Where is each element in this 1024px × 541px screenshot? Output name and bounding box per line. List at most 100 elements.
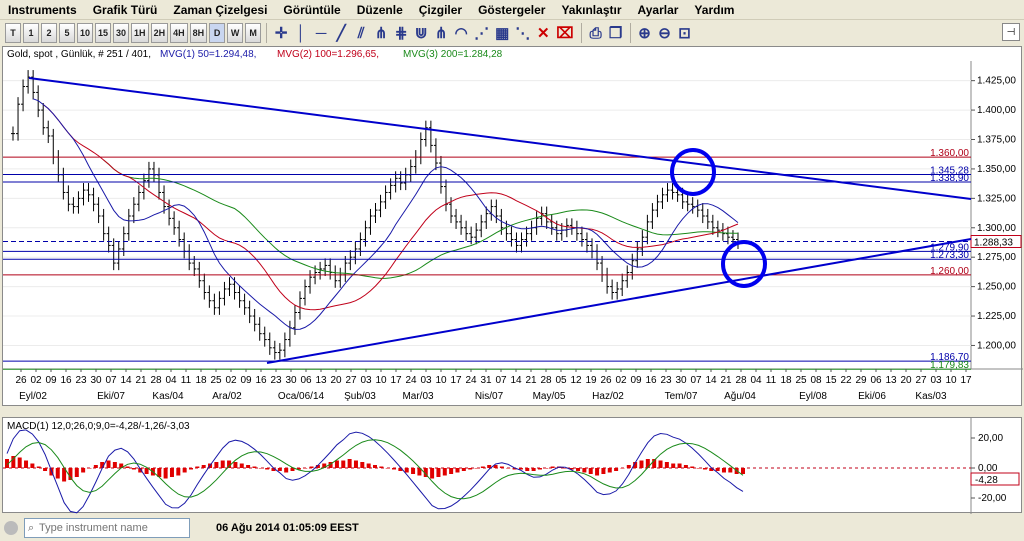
date-tick-label: 06	[300, 375, 312, 386]
macd-bar	[430, 468, 435, 479]
menu-item-2[interactable]: Zaman Çizelgesi	[165, 0, 275, 20]
date-tick-label: 17	[450, 375, 462, 386]
date-tick-label: 29	[855, 375, 867, 386]
timeframe-button-2[interactable]: 2	[41, 23, 57, 43]
date-tick-label: 02	[30, 375, 42, 386]
level-label: 1.260,00	[930, 266, 969, 277]
date-tick-label: 26	[600, 375, 612, 386]
macd-bar	[87, 468, 92, 469]
delete-drawing-icon[interactable]: ✕	[534, 23, 552, 43]
menu-item-4[interactable]: Düzenle	[349, 0, 411, 20]
macd-signal-line	[6, 439, 744, 500]
timeframe-button-M[interactable]: M	[245, 23, 262, 43]
channel-icon[interactable]: ⫽	[352, 23, 370, 43]
delete-all-icon[interactable]: ⌧	[554, 23, 575, 43]
macd-bar	[404, 468, 409, 473]
date-tick-label: 09	[630, 375, 642, 386]
date-tick-label: 07	[690, 375, 702, 386]
timeframe-button-4H[interactable]: 4H	[170, 23, 188, 43]
speed-line-icon[interactable]: ⋱	[513, 23, 532, 43]
menu-item-8[interactable]: Ayarlar	[630, 0, 687, 20]
pane-splitter[interactable]	[2, 406, 1022, 417]
month-label: Kas/03	[915, 391, 947, 402]
toolbar-separator	[580, 23, 582, 43]
date-tick-label: 13	[315, 375, 327, 386]
date-tick-label: 27	[345, 375, 357, 386]
toolbar-separator	[629, 23, 631, 43]
gann-fan-icon[interactable]: ⋰	[472, 23, 491, 43]
pin-icon[interactable]: ⊣	[1002, 23, 1020, 41]
macd-bar	[677, 463, 682, 468]
macd-bar	[258, 468, 263, 469]
date-tick-label: 15	[825, 375, 837, 386]
date-tick-label: 17	[960, 375, 972, 386]
menu-item-7[interactable]: Yakınlaştır	[553, 0, 629, 20]
macd-bar	[36, 466, 41, 468]
timeframe-button-2H[interactable]: 2H	[150, 23, 169, 43]
macd-bar	[550, 466, 555, 468]
zoom-in-icon[interactable]: ⊕	[636, 23, 654, 43]
price-tick-label: 1.275,00	[977, 252, 1016, 263]
menu-item-5[interactable]: Çizgiler	[411, 0, 470, 20]
crosshair-icon[interactable]: ✛	[272, 23, 290, 43]
timeframe-button-30[interactable]: 30	[113, 23, 130, 43]
month-label: May/05	[533, 391, 566, 402]
macd-bar	[252, 466, 257, 468]
timeframe-button-5[interactable]: 5	[59, 23, 75, 43]
gann-box-icon[interactable]: ▦	[493, 23, 511, 43]
date-tick-label: 14	[120, 375, 132, 386]
month-label: Ağu/04	[724, 391, 756, 402]
menu-item-1[interactable]: Grafik Türü	[85, 0, 166, 20]
macd-bar	[347, 459, 352, 468]
macd-pane[interactable]: MACD(1) 12,0;26,0;9,0=-4,28/-1,26/-3,03 …	[2, 417, 1022, 514]
timeframe-button-10[interactable]: 10	[77, 23, 94, 43]
andrews-pitchfork-icon[interactable]: ⋔	[432, 23, 450, 43]
macd-bar	[169, 468, 174, 477]
date-tick-label: 10	[945, 375, 957, 386]
date-tick-label: 07	[495, 375, 507, 386]
horizontal-line-icon[interactable]: ─	[312, 23, 330, 43]
timeframe-button-1H[interactable]: 1H	[131, 23, 149, 43]
fib-extension-icon[interactable]: ⋓	[412, 23, 430, 43]
month-label: Eki/07	[97, 391, 125, 402]
menu-item-0[interactable]: Instruments	[0, 0, 85, 20]
copy-icon[interactable]: ❐	[607, 23, 625, 43]
fib-retracement-icon[interactable]: ⋕	[392, 23, 410, 43]
menu-item-3[interactable]: Görüntüle	[275, 0, 348, 20]
macd-bar	[531, 468, 536, 471]
macd-bar	[233, 462, 238, 468]
menu-item-6[interactable]: Göstergeler	[470, 0, 553, 20]
macd-bar	[309, 466, 314, 468]
timeframe-button-D[interactable]: D	[209, 23, 226, 43]
timeframe-button-15[interactable]: 15	[95, 23, 112, 43]
price-chart-svg: Gold, spot , Günlük, # 251 / 401, MVG(1)…	[3, 49, 1023, 402]
timeframe-button-8H[interactable]: 8H	[189, 23, 208, 43]
month-label: Haz/02	[592, 391, 624, 402]
macd-bar	[595, 468, 600, 476]
date-tick-label: 06	[870, 375, 882, 386]
fib-fan-icon[interactable]: ⋔	[372, 23, 390, 43]
menu-item-9[interactable]: Yardım	[686, 0, 742, 20]
upper-circle[interactable]	[670, 148, 716, 196]
macd-bar	[626, 465, 631, 468]
arc-icon[interactable]: ◠	[452, 23, 470, 43]
chart-instrument-label: Gold, spot , Günlük, # 251 / 401,	[7, 49, 151, 60]
trend-line-icon[interactable]: ╱	[332, 23, 350, 43]
instrument-search-input[interactable]	[24, 518, 190, 538]
price-tick-label: 1.375,00	[977, 135, 1016, 146]
zoom-out-icon[interactable]: ⊖	[656, 23, 674, 43]
timeframe-button-W[interactable]: W	[227, 23, 244, 43]
print-icon[interactable]: ⎙	[587, 23, 605, 43]
date-tick-label: 24	[465, 375, 477, 386]
date-tick-label: 16	[255, 375, 267, 386]
vertical-line-icon[interactable]: │	[292, 23, 310, 43]
date-tick-label: 21	[525, 375, 537, 386]
timeframe-button-T[interactable]: T	[5, 23, 21, 43]
price-chart[interactable]: Gold, spot , Günlük, # 251 / 401, MVG(1)…	[2, 46, 1023, 406]
date-tick-label: 09	[45, 375, 57, 386]
zoom-fit-icon[interactable]: ⊡	[676, 23, 694, 43]
timeframe-button-1[interactable]: 1	[23, 23, 39, 43]
macd-bar	[544, 468, 549, 469]
macd-bar	[341, 460, 346, 468]
date-tick-label: 25	[795, 375, 807, 386]
